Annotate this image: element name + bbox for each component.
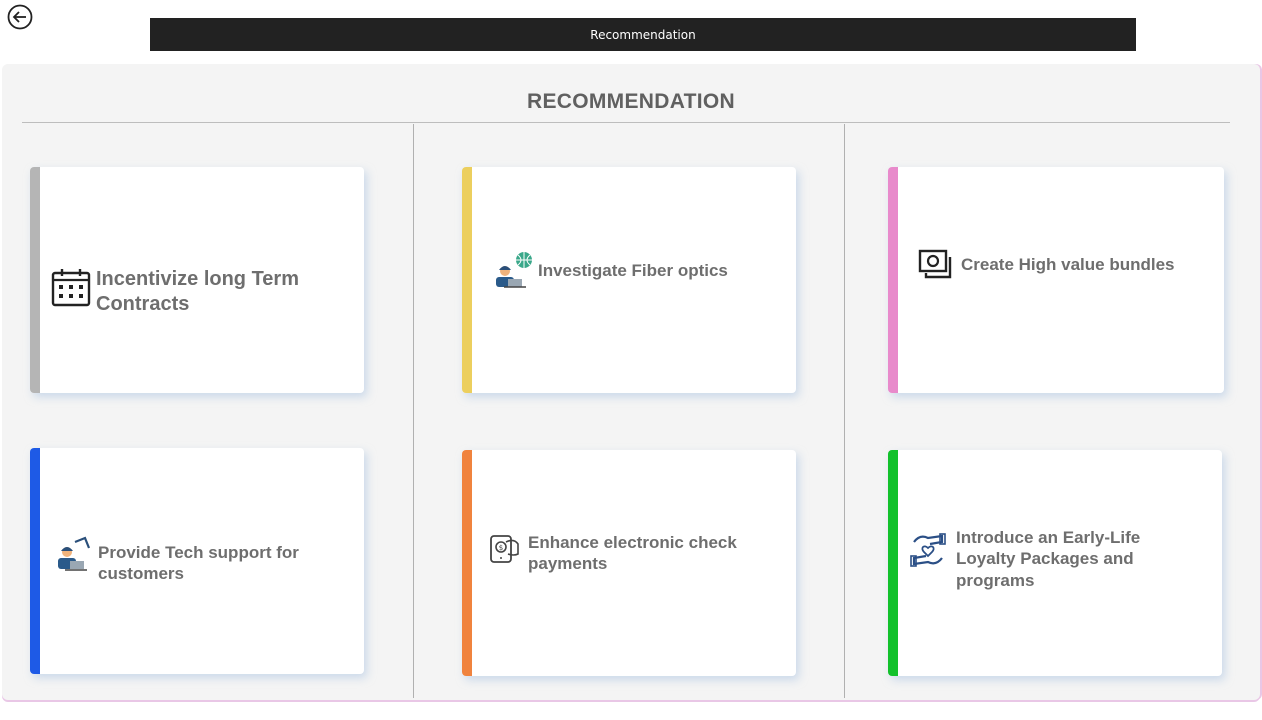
- title-divider: [22, 122, 1230, 123]
- card-accent: [462, 167, 472, 393]
- card-tech-support[interactable]: Provide Tech support for customers: [30, 448, 364, 674]
- technician-globe-icon: [494, 251, 534, 294]
- column-divider: [844, 124, 845, 698]
- electronic-check-icon: $: [488, 532, 522, 571]
- calendar-icon: [51, 267, 91, 312]
- tech-support-icon: [55, 536, 91, 579]
- card-incentivize-contracts[interactable]: Incentivize long Term Contracts: [30, 167, 364, 393]
- card-accent: [462, 450, 472, 676]
- card-loyalty-packages[interactable]: Introduce an Early-Life Loyalty Packages…: [888, 450, 1222, 676]
- card-label: Incentivize long Term Contracts: [96, 268, 299, 315]
- card-accent: [888, 167, 898, 393]
- money-bundle-icon: [918, 249, 954, 286]
- header-bar: Recommendation: [150, 18, 1136, 51]
- card-label: Provide Tech support for customers: [98, 543, 299, 584]
- back-button[interactable]: [6, 4, 34, 35]
- column-divider: [413, 124, 414, 698]
- loyalty-hands-icon: [910, 528, 946, 573]
- card-label: Investigate Fiber optics: [538, 261, 728, 280]
- card-high-value-bundles[interactable]: Create High value bundles: [888, 167, 1224, 393]
- card-accent: [30, 448, 40, 674]
- card-accent: [30, 167, 40, 393]
- header-title: Recommendation: [590, 27, 696, 42]
- card-label: Introduce an Early-Life Loyalty Packages…: [956, 528, 1141, 590]
- panel-title: RECOMMENDATION: [527, 90, 735, 113]
- card-label: Enhance electronic check payments: [528, 533, 737, 574]
- svg-text:$: $: [499, 544, 503, 552]
- card-accent: [888, 450, 898, 676]
- back-arrow-circle-icon: [7, 4, 33, 35]
- card-fiber-optics[interactable]: Investigate Fiber optics: [462, 167, 796, 393]
- card-electronic-check[interactable]: $ Enhance electronic check payments: [462, 450, 796, 676]
- card-label: Create High value bundles: [961, 255, 1175, 274]
- recommendation-panel: RECOMMENDATION Incentivize long Term Con…: [2, 64, 1260, 700]
